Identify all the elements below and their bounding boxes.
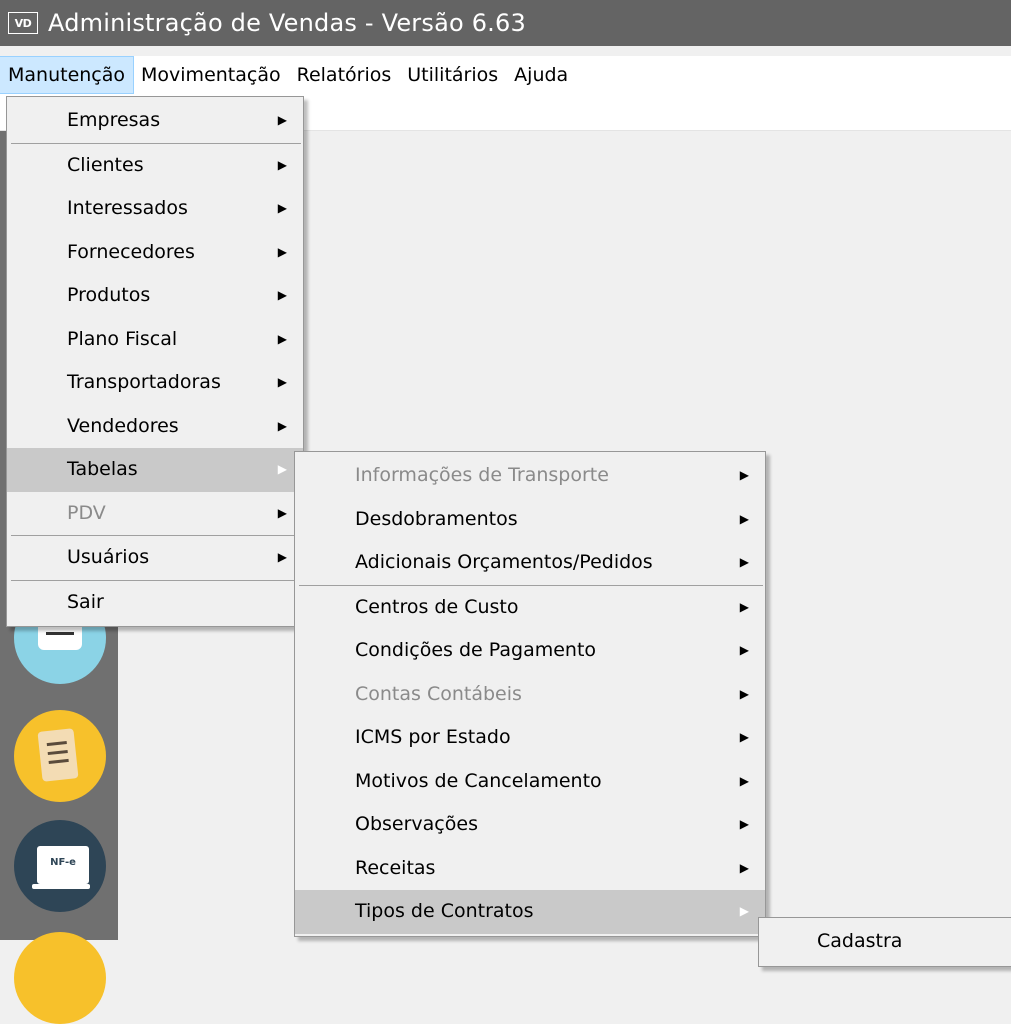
menu-item-cadastra[interactable]: Cadastra xyxy=(759,920,1011,964)
menu-item-label: Sair xyxy=(67,590,104,613)
menu-item-icms-por-estado[interactable]: ICMS por Estado ▶ xyxy=(295,716,765,760)
menu-item-interessados[interactable]: Interessados ▶ xyxy=(7,187,303,231)
menu-item-label: Condições de Pagamento xyxy=(355,639,597,661)
submenu-arrow-icon: ▶ xyxy=(739,599,749,614)
menu-item-vendedores[interactable]: Vendedores ▶ xyxy=(7,405,303,449)
menu-item-receitas[interactable]: Receitas ▶ xyxy=(295,847,765,891)
menu-item-label: Motivos de Cancelamento xyxy=(355,769,602,792)
menu-item-clientes[interactable]: Clientes ▶ xyxy=(7,144,303,188)
menu-item-label: Observações xyxy=(355,813,478,835)
tipos-contratos-submenu: Cadastra xyxy=(758,917,1011,967)
menu-relatorios[interactable]: Relatórios xyxy=(289,57,400,93)
submenu-arrow-icon: ▶ xyxy=(277,157,287,172)
menu-item-label: Adicionais Orçamentos/Pedidos xyxy=(355,551,653,573)
menu-item-fornecedores[interactable]: Fornecedores ▶ xyxy=(7,231,303,275)
menu-item-label: Informações de Transporte xyxy=(355,464,609,486)
menu-item-label: Vendedores xyxy=(67,414,179,437)
submenu-arrow-icon: ▶ xyxy=(739,730,749,744)
menu-item-pdv: PDV ▶ xyxy=(7,492,303,536)
submenu-arrow-icon: ▶ xyxy=(277,244,287,259)
document-edit-icon[interactable] xyxy=(14,710,106,802)
menu-item-label: Cadastra xyxy=(817,930,903,952)
menu-ajuda[interactable]: Ajuda xyxy=(506,57,576,93)
submenu-arrow-icon: ▶ xyxy=(739,860,749,875)
menu-item-tabelas[interactable]: Tabelas ▶ xyxy=(7,448,303,492)
menu-item-label: ICMS por Estado xyxy=(355,726,511,748)
menu-item-label: PDV xyxy=(67,501,106,524)
menu-item-label: Produtos xyxy=(67,284,151,306)
menu-item-label: Clientes xyxy=(67,153,144,176)
menu-item-contas-contabeis: Contas Contábeis ▶ xyxy=(295,673,765,717)
menu-utilitarios[interactable]: Utilitários xyxy=(399,57,506,93)
menu-item-condicoes-de-pagamento[interactable]: Condições de Pagamento ▶ xyxy=(295,629,765,673)
app-icon[interactable] xyxy=(14,932,106,1024)
menu-item-label: Transportadoras xyxy=(67,371,221,393)
submenu-arrow-icon: ▶ xyxy=(739,817,749,831)
submenu-arrow-icon: ▶ xyxy=(277,505,287,520)
submenu-arrow-icon: ▶ xyxy=(739,904,749,918)
menu-item-produtos[interactable]: Produtos ▶ xyxy=(7,274,303,318)
submenu-arrow-icon: ▶ xyxy=(277,375,287,389)
menu-item-label: Desdobramentos xyxy=(355,507,518,530)
menu-item-label: Plano Fiscal xyxy=(67,327,178,350)
menu-item-label: Contas Contábeis xyxy=(355,682,522,705)
menu-bar: Manutenção Movimentação Relatórios Utili… xyxy=(0,56,1011,94)
tabelas-submenu: Informações de Transporte ▶ Desdobramentos… xyxy=(294,451,766,937)
menu-item-label: Tabelas xyxy=(67,458,138,480)
window-title: Administração de Vendas - Versão 6.63 xyxy=(48,9,526,37)
submenu-arrow-icon: ▶ xyxy=(739,511,749,526)
submenu-arrow-icon: ▶ xyxy=(739,555,749,569)
menu-item-label: Empresas xyxy=(67,109,161,131)
submenu-arrow-icon: ▶ xyxy=(277,550,287,564)
submenu-arrow-icon: ▶ xyxy=(277,288,287,302)
app-logo-icon: VD xyxy=(8,12,38,34)
menu-item-desdobramentos[interactable]: Desdobramentos ▶ xyxy=(295,498,765,542)
submenu-arrow-icon: ▶ xyxy=(277,462,287,476)
submenu-arrow-icon: ▶ xyxy=(277,418,287,433)
menu-item-empresas[interactable]: Empresas ▶ xyxy=(7,99,303,143)
menu-item-label: Fornecedores xyxy=(67,240,195,263)
menu-item-tipos-de-contratos[interactable]: Tipos de Contratos ▶ xyxy=(295,890,765,934)
menu-manutencao[interactable]: Manutenção xyxy=(0,56,135,94)
menu-item-label: Tipos de Contratos xyxy=(355,900,534,922)
menu-item-label: Usuários xyxy=(67,546,150,568)
submenu-arrow-icon: ▶ xyxy=(739,468,749,482)
submenu-arrow-icon: ▶ xyxy=(739,773,749,788)
manutencao-dropdown: Empresas ▶ Clientes ▶ Interessados ▶ Fornecedo… xyxy=(6,96,304,627)
submenu-arrow-icon: ▶ xyxy=(739,643,749,657)
menu-item-label: Centros de Custo xyxy=(355,595,519,618)
submenu-arrow-icon: ▶ xyxy=(277,201,287,215)
submenu-arrow-icon: ▶ xyxy=(739,686,749,701)
submenu-arrow-icon: ▶ xyxy=(277,331,287,346)
menu-item-transportadoras[interactable]: Transportadoras ▶ xyxy=(7,361,303,405)
menu-item-informacoes-de-transporte: Informações de Transporte ▶ xyxy=(295,454,765,498)
menu-item-adicionais-orcamentos-pedidos[interactable]: Adicionais Orçamentos/Pedidos ▶ xyxy=(295,541,765,585)
menu-item-label: Receitas xyxy=(355,856,436,879)
menu-item-observacoes[interactable]: Observações ▶ xyxy=(295,803,765,847)
submenu-arrow-icon: ▶ xyxy=(277,113,287,127)
menu-item-motivos-de-cancelamento[interactable]: Motivos de Cancelamento ▶ xyxy=(295,760,765,804)
menu-item-label: Interessados xyxy=(67,197,188,219)
nfe-laptop-icon[interactable]: NF-e xyxy=(14,820,106,912)
title-bar: VD Administração de Vendas - Versão 6.63 xyxy=(0,0,1011,46)
menu-item-centros-de-custo[interactable]: Centros de Custo ▶ xyxy=(295,586,765,630)
menu-movimentacao[interactable]: Movimentação xyxy=(133,57,289,93)
menu-item-usuarios[interactable]: Usuários ▶ xyxy=(7,536,303,580)
menu-item-sair[interactable]: Sair xyxy=(7,581,303,625)
menu-item-plano-fiscal[interactable]: Plano Fiscal ▶ xyxy=(7,318,303,362)
